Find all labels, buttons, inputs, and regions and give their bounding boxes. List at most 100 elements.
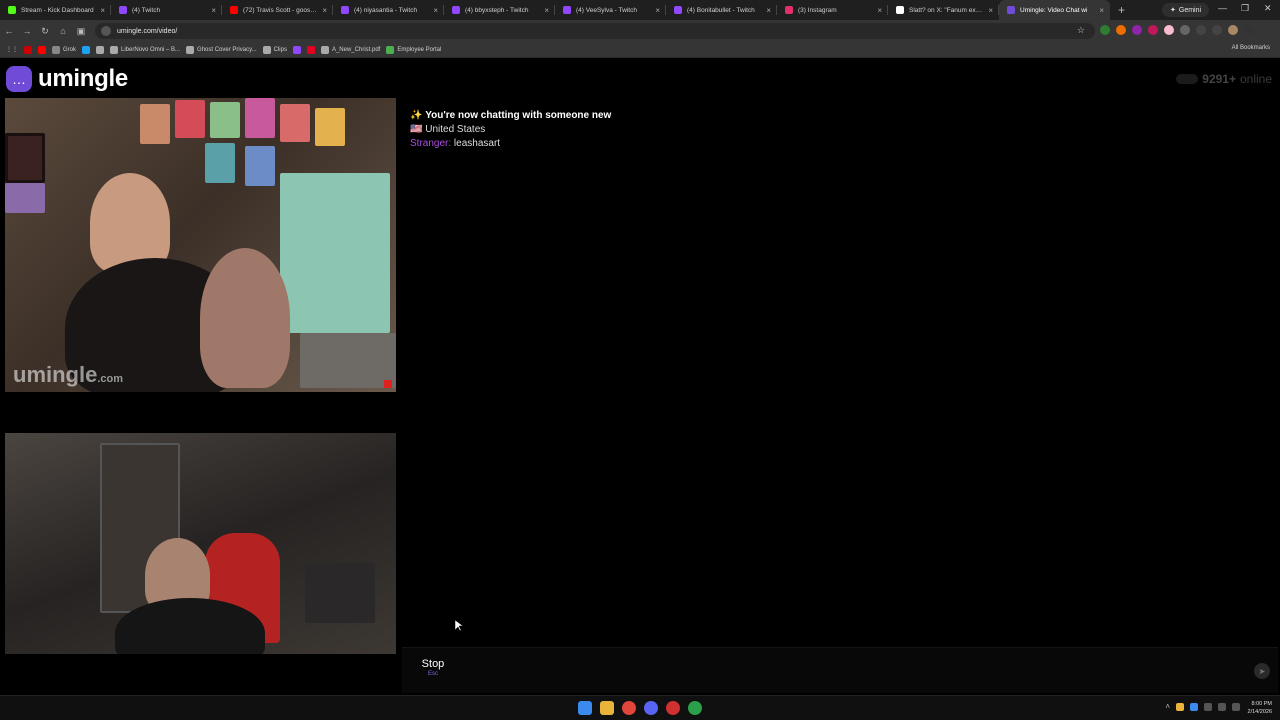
star-icon[interactable]: ☆ [1077, 25, 1085, 36]
bookmark-favicon-icon [386, 45, 395, 54]
country-text: United States [425, 124, 486, 135]
logo-text: umingle [38, 65, 128, 92]
watermark-text: umingle [13, 362, 98, 387]
windows-start-icon[interactable] [578, 701, 592, 715]
tab-search-icon[interactable] [1212, 25, 1222, 35]
url-text: umingle.com/video/ [117, 27, 178, 35]
network-icon[interactable] [1218, 702, 1226, 711]
framed-picture [5, 183, 45, 213]
system-message: ✨ You're now chatting with someone new [410, 109, 611, 123]
bookmark-item[interactable]: LiberNovo Omni – B... [110, 45, 180, 54]
xbox-icon[interactable] [688, 701, 702, 715]
bookmark-item[interactable] [82, 45, 91, 54]
extension-icon[interactable] [1148, 25, 1158, 35]
stop-shortcut: Esc [427, 671, 438, 677]
theme-toggle[interactable] [1176, 74, 1199, 84]
volume-icon[interactable] [1232, 702, 1240, 711]
framed-picture [5, 133, 45, 183]
wall-painting [245, 146, 275, 186]
bookmark-item[interactable]: Grok [52, 45, 76, 54]
tab-close-icon[interactable]: × [988, 6, 993, 15]
extension-icon[interactable] [1132, 25, 1142, 35]
gemini-label: Gemini [1178, 6, 1202, 14]
browser-tab[interactable]: (4) Bonitabullet - Twitch × [666, 0, 777, 20]
bookmark-favicon-icon [110, 45, 119, 54]
bookmark-item[interactable] [24, 45, 32, 54]
tab-close-icon[interactable]: × [433, 6, 438, 15]
tray-app-icon[interactable] [1190, 702, 1198, 711]
puzzle-icon[interactable] [1180, 25, 1190, 35]
bookmark-item[interactable]: Ghost Cover Privacy... [186, 45, 257, 54]
browser-tab[interactable]: (4) VeeSylva - Twitch × [555, 0, 666, 20]
browser-tab[interactable]: (4) bbyxsteph - Twitch × [444, 0, 555, 20]
discord-icon[interactable] [644, 701, 658, 715]
chat-controls: Stop Esc ➤ [402, 647, 1278, 693]
browser-tab[interactable]: (4) Twitch × [111, 0, 222, 20]
url-field[interactable]: umingle.com/video/ ☆ [95, 23, 1095, 39]
wall-painting [315, 108, 345, 146]
bookmark-item[interactable]: Employee Portal [386, 45, 441, 54]
tab-close-icon[interactable]: × [211, 6, 216, 15]
send-icon[interactable]: ➤ [1254, 663, 1270, 679]
tray-app-icon[interactable] [1176, 702, 1184, 711]
extension-icon[interactable] [1100, 25, 1110, 35]
browser-tab[interactable]: Stream - Kick Dashboard × [0, 0, 111, 20]
bookmark-item[interactable] [292, 45, 301, 54]
browser-tab[interactable]: Slatt? on X: "Fanum expose × [888, 0, 999, 20]
tray-app-icon[interactable] [1204, 702, 1212, 711]
bookmark-favicon-icon [262, 45, 271, 54]
apps-grid-icon[interactable]: ⋮⋮ [6, 46, 18, 53]
bookmark-item[interactable] [38, 45, 46, 54]
avatar[interactable] [1228, 25, 1238, 35]
menu-icon[interactable] [1244, 25, 1254, 35]
download-icon[interactable] [1196, 25, 1206, 35]
new-tab-button[interactable]: + [1118, 3, 1125, 17]
side-panel-icon[interactable]: ▣ [72, 26, 90, 37]
reload-icon[interactable]: ↻ [36, 26, 54, 37]
extension-icon[interactable] [1164, 25, 1174, 35]
chrome-icon[interactable] [622, 701, 636, 715]
blanket [300, 333, 396, 388]
report-flag-icon[interactable] [384, 380, 392, 388]
wall-painting [245, 98, 275, 138]
message-input[interactable] [470, 654, 1250, 688]
minimize-icon[interactable]: — [1218, 3, 1227, 13]
browser-tab[interactable]: (4) niyasantia - Twitch × [333, 0, 444, 20]
tab-close-icon[interactable]: × [877, 6, 882, 15]
bookmark-item[interactable] [96, 45, 105, 54]
umingle-logo[interactable]: … umingle [6, 65, 128, 93]
file-explorer-icon[interactable] [600, 701, 614, 715]
site-info-icon[interactable] [101, 26, 111, 36]
all-bookmarks-button[interactable]: All Bookmarks [1232, 45, 1270, 51]
tab-close-icon[interactable]: × [322, 6, 327, 15]
forward-icon[interactable]: → [18, 26, 36, 36]
close-window-icon[interactable]: ✕ [1264, 3, 1272, 14]
maximize-icon[interactable]: ❐ [1241, 3, 1249, 14]
gemini-button[interactable]: ✦ Gemini [1162, 3, 1210, 17]
bookmark-label: A_New_Christ.pdf [331, 46, 381, 53]
bookmark-item[interactable]: Clips [262, 45, 287, 54]
tab-label: Stream - Kick Dashboard [21, 6, 94, 14]
system-clock[interactable]: 8:00 PM 2/14/2026 [1248, 700, 1272, 716]
tab-close-icon[interactable]: × [655, 6, 660, 15]
extension-icon[interactable] [1116, 25, 1126, 35]
chrome-alt-icon[interactable] [666, 701, 680, 715]
chat-bubble-icon: … [6, 66, 32, 92]
bookmark-item[interactable]: A_New_Christ.pdf [320, 45, 381, 54]
browser-tab[interactable]: (3) Instagram × [777, 0, 888, 20]
tab-close-icon[interactable]: × [1099, 6, 1104, 15]
back-icon[interactable]: ← [0, 26, 18, 36]
bookmark-favicon-icon [292, 45, 301, 54]
tab-close-icon[interactable]: × [100, 6, 105, 15]
tab-label: (4) Bonitabullet - Twitch [687, 6, 755, 14]
tab-close-icon[interactable]: × [766, 6, 771, 15]
country-line: 🇺🇸 United States [410, 123, 611, 137]
chevron-up-icon[interactable]: ˄ [1165, 702, 1170, 711]
browser-tab[interactable]: Umingle: Video Chat wi × [999, 0, 1110, 20]
bookmark-item[interactable] [306, 45, 315, 54]
desk-item [305, 563, 375, 623]
tab-close-icon[interactable]: × [544, 6, 549, 15]
stop-button[interactable]: Stop Esc [408, 658, 458, 677]
browser-tab[interactable]: (72) Travis Scott - goosebum × [222, 0, 333, 20]
home-icon[interactable]: ⌂ [54, 26, 72, 36]
